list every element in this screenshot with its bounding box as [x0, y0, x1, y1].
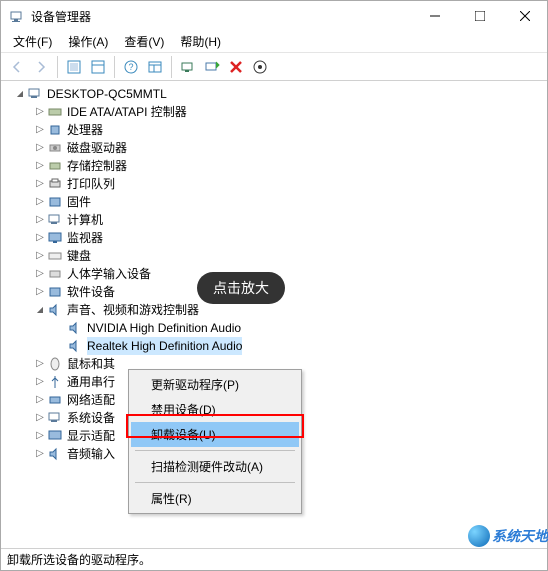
- tree-item[interactable]: 处理器: [67, 121, 103, 139]
- twisty-icon[interactable]: [33, 301, 47, 319]
- tree-item[interactable]: 人体学输入设备: [67, 265, 151, 283]
- back-button[interactable]: [5, 55, 29, 79]
- app-icon: [9, 8, 25, 24]
- software-icon: [47, 284, 63, 300]
- mouse-icon: [47, 356, 63, 372]
- cpu-icon: [47, 122, 63, 138]
- menu-uninstall-device[interactable]: 卸载设备(U): [131, 422, 299, 447]
- statusbar: 卸载所选设备的驱动程序。: [1, 548, 547, 570]
- uninstall-button[interactable]: [224, 55, 248, 79]
- toolbar: ?: [1, 53, 547, 81]
- window-title: 设备管理器: [31, 8, 412, 25]
- watermark-text: 系统天地: [492, 526, 548, 546]
- status-text: 卸载所选设备的驱动程序。: [7, 551, 151, 568]
- hid-icon: [47, 266, 63, 282]
- tree-item[interactable]: 计算机: [67, 211, 103, 229]
- audio-icon: [67, 338, 83, 354]
- storage-icon: [47, 158, 63, 174]
- svg-text:?: ?: [128, 62, 133, 72]
- tree-item[interactable]: 网络适配: [67, 391, 115, 409]
- twisty-icon[interactable]: [33, 265, 47, 283]
- tree-item[interactable]: 磁盘驱动器: [67, 139, 127, 157]
- minimize-button[interactable]: [412, 1, 457, 31]
- tree-item[interactable]: 监视器: [67, 229, 103, 247]
- tree-item[interactable]: 声音、视频和游戏控制器: [67, 301, 199, 319]
- twisty-icon[interactable]: [33, 211, 47, 229]
- tree-item[interactable]: 打印队列: [67, 175, 115, 193]
- twisty-icon[interactable]: [33, 355, 47, 373]
- help-button[interactable]: ?: [119, 55, 143, 79]
- toolbar-btn-2[interactable]: [86, 55, 110, 79]
- titlebar: 设备管理器: [1, 1, 547, 31]
- close-button[interactable]: [502, 1, 547, 31]
- zoom-tooltip[interactable]: 点击放大: [197, 272, 285, 304]
- tree-item[interactable]: 显示适配: [67, 427, 115, 445]
- tree-root[interactable]: DESKTOP-QC5MMTL: [47, 85, 167, 103]
- tree-item[interactable]: 键盘: [67, 247, 91, 265]
- network-icon: [47, 392, 63, 408]
- twisty-icon[interactable]: [33, 427, 47, 445]
- tree-item[interactable]: 音频输入: [67, 445, 115, 463]
- add-legacy-button[interactable]: [200, 55, 224, 79]
- toolbar-btn-1[interactable]: [62, 55, 86, 79]
- twisty-icon[interactable]: [33, 391, 47, 409]
- twisty-icon[interactable]: [33, 445, 47, 463]
- menubar: 文件(F) 操作(A) 查看(V) 帮助(H): [1, 31, 547, 53]
- menu-file[interactable]: 文件(F): [5, 31, 60, 52]
- twisty-icon[interactable]: [33, 193, 47, 211]
- twisty-icon[interactable]: [13, 85, 27, 103]
- menu-view[interactable]: 查看(V): [116, 31, 172, 52]
- tree-item[interactable]: 鼠标和其: [67, 355, 115, 373]
- maximize-button[interactable]: [457, 1, 502, 31]
- audio-icon: [47, 302, 63, 318]
- printer-icon: [47, 176, 63, 192]
- twisty-icon[interactable]: [33, 229, 47, 247]
- twisty-icon[interactable]: [33, 175, 47, 193]
- scan-button[interactable]: [176, 55, 200, 79]
- keyboard-icon: [47, 248, 63, 264]
- twisty-icon[interactable]: [33, 103, 47, 121]
- tree-item[interactable]: 软件设备: [67, 283, 115, 301]
- twisty-icon[interactable]: [33, 247, 47, 265]
- computer-icon: [27, 86, 43, 102]
- disk-icon: [47, 140, 63, 156]
- tree-item[interactable]: IDE ATA/ATAPI 控制器: [67, 103, 187, 121]
- menu-properties[interactable]: 属性(R): [131, 486, 299, 511]
- tree-item[interactable]: 通用串行: [67, 373, 115, 391]
- audio-io-icon: [47, 446, 63, 462]
- tree-item-selected[interactable]: Realtek High Definition Audio: [87, 337, 242, 355]
- forward-button[interactable]: [29, 55, 53, 79]
- usb-icon: [47, 374, 63, 390]
- monitor-icon: [47, 230, 63, 246]
- twisty-icon[interactable]: [33, 283, 47, 301]
- tree-item[interactable]: NVIDIA High Definition Audio: [87, 319, 241, 337]
- twisty-icon[interactable]: [33, 373, 47, 391]
- ide-icon: [47, 104, 63, 120]
- firmware-icon: [47, 194, 63, 210]
- display-icon: [47, 428, 63, 444]
- menu-help[interactable]: 帮助(H): [172, 31, 229, 52]
- context-menu: 更新驱动程序(P) 禁用设备(D) 卸载设备(U) 扫描检测硬件改动(A) 属性…: [128, 369, 302, 514]
- menu-scan-hardware[interactable]: 扫描检测硬件改动(A): [131, 454, 299, 479]
- twisty-icon[interactable]: [33, 139, 47, 157]
- twisty-icon[interactable]: [33, 409, 47, 427]
- tree-item[interactable]: 固件: [67, 193, 91, 211]
- audio-icon: [67, 320, 83, 336]
- computer-icon: [47, 212, 63, 228]
- menu-update-driver[interactable]: 更新驱动程序(P): [131, 372, 299, 397]
- menu-action[interactable]: 操作(A): [60, 31, 116, 52]
- system-icon: [47, 410, 63, 426]
- tree-item[interactable]: 系统设备: [67, 409, 115, 427]
- twisty-icon[interactable]: [33, 121, 47, 139]
- menu-disable-device[interactable]: 禁用设备(D): [131, 397, 299, 422]
- refresh-button[interactable]: [248, 55, 272, 79]
- watermark: 系统天地: [468, 525, 548, 547]
- toolbar-btn-3[interactable]: [143, 55, 167, 79]
- twisty-icon[interactable]: [33, 157, 47, 175]
- tree-item[interactable]: 存储控制器: [67, 157, 127, 175]
- watermark-icon: [468, 525, 490, 547]
